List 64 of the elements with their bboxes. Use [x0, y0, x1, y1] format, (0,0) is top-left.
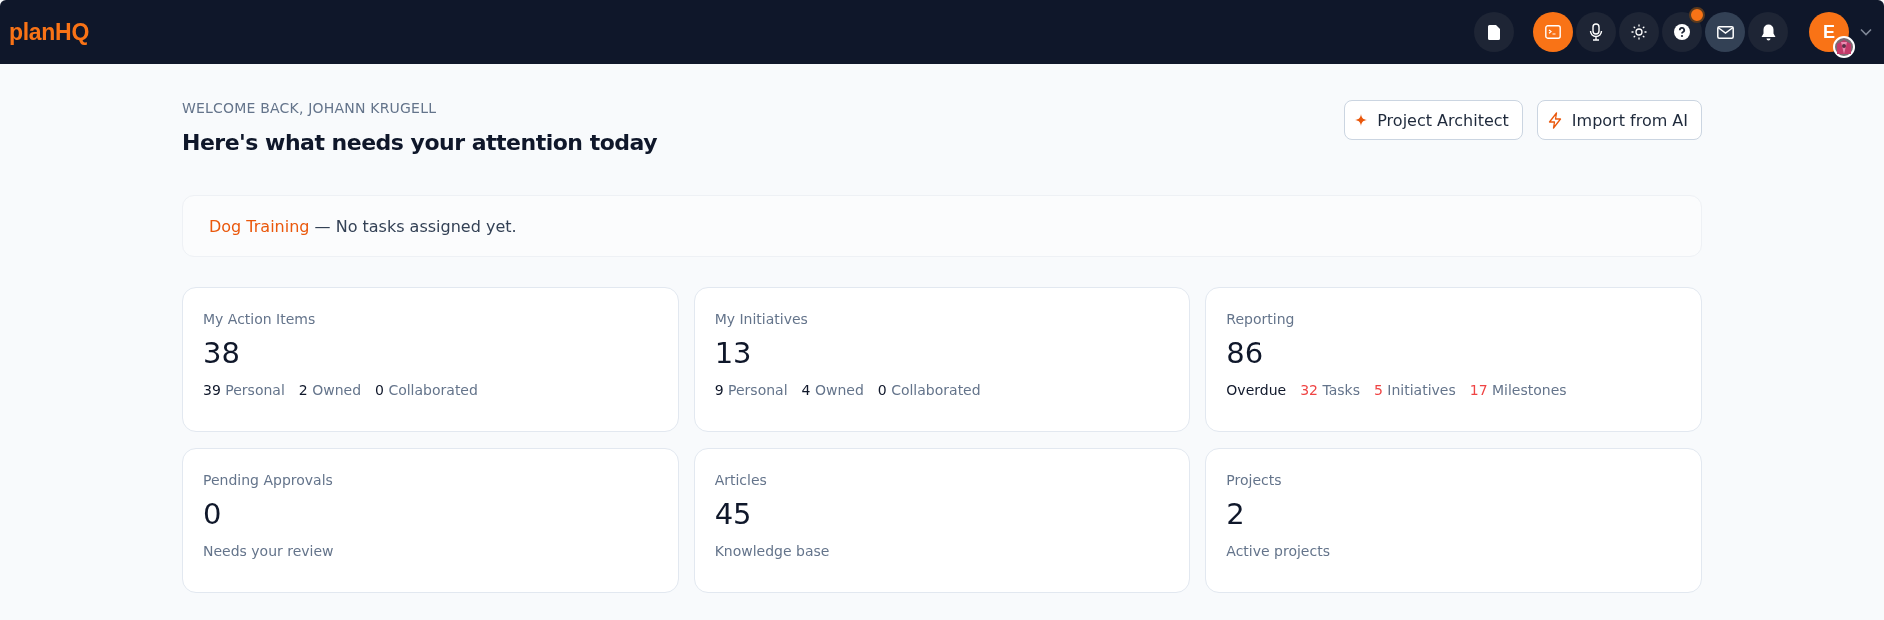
- microphone-button[interactable]: [1576, 12, 1616, 52]
- architect-button[interactable]: Project Architect: [1344, 100, 1523, 140]
- card-title: Articles: [714, 472, 768, 488]
- stat-label: Owned: [814, 382, 864, 398]
- card-title: Projects: [1226, 472, 1283, 488]
- stat-card[interactable]: My Initiatives 13 9 Personal 4 Owned 0 Collaborated: [693, 287, 1191, 432]
- sun-icon: [1631, 24, 1647, 40]
- stat-label: Personal: [225, 382, 285, 398]
- card-value: 38: [203, 336, 241, 370]
- stat-label: Collaborated: [388, 382, 478, 398]
- terminal-icon: [1545, 25, 1561, 39]
- stat-label: Overdue: [1226, 382, 1287, 398]
- sun-button[interactable]: [1619, 12, 1659, 52]
- import-button[interactable]: Import from AI: [1536, 100, 1702, 140]
- stat-count: 39: [203, 382, 221, 398]
- stat-card[interactable]: Articles 45 Knowledge base: [693, 448, 1191, 593]
- stat-label: Collaborated: [891, 382, 981, 398]
- project-link[interactable]: Dog Training: [209, 216, 310, 236]
- app-logo[interactable]: planHQ: [9, 18, 89, 46]
- card-caption: Needs your review: [203, 543, 335, 559]
- mail-icon: [1716, 25, 1734, 39]
- card-value: 86: [1226, 336, 1265, 370]
- chevron-down-icon[interactable]: [1860, 28, 1872, 36]
- card-caption: Active projects: [1226, 543, 1331, 559]
- sparkle-icon: [1355, 114, 1368, 126]
- stat-count: 4: [801, 382, 811, 398]
- card-title: Reporting: [1226, 311, 1296, 327]
- microphone-icon: [1589, 23, 1603, 41]
- card-title: My Action Items: [203, 311, 317, 327]
- stat-count: 5: [1373, 382, 1383, 398]
- stat-card[interactable]: Reporting 86 Overdue 32 Tasks 5 Initiatives 17 Milestones: [1205, 287, 1702, 432]
- card-title: Pending Approvals: [203, 472, 334, 488]
- card-value: 13: [714, 336, 753, 370]
- stat-label: Personal: [728, 382, 788, 398]
- page-heading: Here's what needs your attention today: [182, 130, 658, 155]
- stat-count: 0: [877, 382, 887, 398]
- card-caption: Knowledge base: [714, 543, 831, 559]
- stat-card[interactable]: My Action Items 38 39 Personal 2 Owned 0 Collaborated: [182, 287, 679, 432]
- bell-button[interactable]: [1748, 12, 1788, 52]
- help-button[interactable]: [1662, 12, 1702, 52]
- card-value: 0: [203, 497, 223, 531]
- welcome-text: WELCOME BACK, JOHANN KRUGELL: [182, 100, 438, 116]
- file-icon: [1488, 24, 1500, 40]
- stat-count: 2: [298, 382, 308, 398]
- notice-text: Dog Training — No tasks assigned yet.: [209, 216, 517, 236]
- bell-icon: [1760, 23, 1776, 41]
- stat-label: Owned: [312, 382, 361, 398]
- stat-count: 17: [1469, 382, 1488, 398]
- stat-label: Tasks: [1322, 382, 1360, 398]
- stat-count: 32: [1300, 382, 1318, 398]
- terminal-button[interactable]: [1533, 12, 1573, 52]
- file-button[interactable]: [1474, 12, 1514, 52]
- stat-label: Initiatives: [1387, 382, 1456, 398]
- card-value: 2: [1226, 497, 1246, 531]
- stat-count: 0: [375, 382, 384, 398]
- mail-button[interactable]: [1705, 12, 1745, 52]
- stat-label: Milestones: [1492, 382, 1567, 398]
- stat-card[interactable]: Projects 2 Active projects: [1205, 448, 1702, 593]
- card-title: My Initiatives: [714, 311, 809, 327]
- lightning-icon: [1547, 111, 1562, 129]
- stat-count: 9: [714, 382, 724, 398]
- stat-card[interactable]: Pending Approvals 0 Needs your review: [182, 448, 679, 593]
- help-icon: [1674, 24, 1690, 40]
- card-value: 45: [714, 497, 753, 531]
